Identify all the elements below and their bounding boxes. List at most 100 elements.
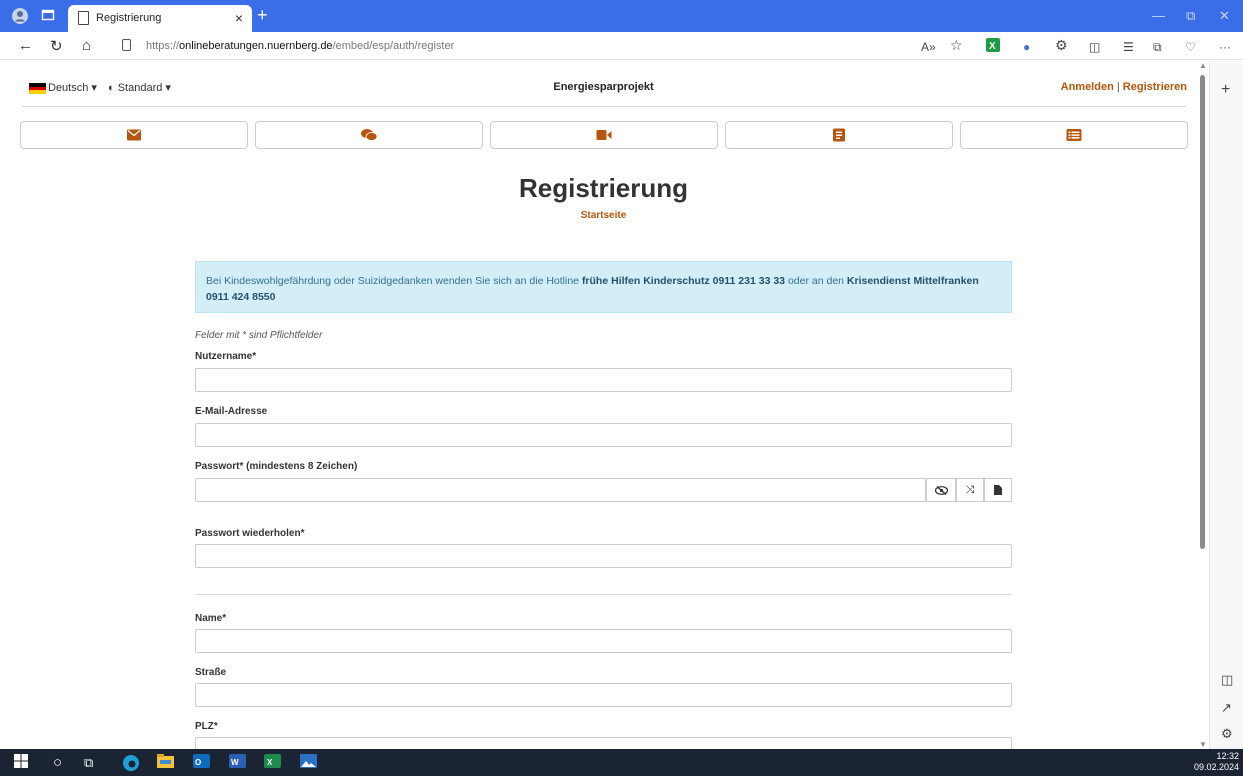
form-icon xyxy=(833,128,845,142)
shuffle-icon: ⤨ xyxy=(965,484,975,496)
more-menu-icon[interactable]: ··· xyxy=(1219,40,1231,54)
profile-icon[interactable] xyxy=(12,8,28,24)
excel-extension-icon[interactable]: X xyxy=(986,38,1000,55)
eye-slash-icon xyxy=(934,485,948,495)
name-input[interactable] xyxy=(196,630,1011,652)
video-icon xyxy=(596,130,612,140)
hotline-alert: Bei Kindeswohlgefährdung oder Suizidgeda… xyxy=(195,261,1012,313)
tab-title: Registrierung xyxy=(96,12,162,24)
windows-start-icon[interactable] xyxy=(14,754,31,771)
username-field[interactable] xyxy=(195,368,1012,392)
file-icon xyxy=(994,485,1002,496)
lock-icon xyxy=(122,39,131,51)
auth-separator: | xyxy=(1116,81,1120,93)
email-field[interactable] xyxy=(195,423,1012,447)
list-icon xyxy=(1066,129,1082,141)
collections-icon[interactable]: ⧉ xyxy=(1153,40,1162,55)
generate-password-button[interactable]: ⤨ xyxy=(956,478,984,502)
restore-icon[interactable]: ⧉ xyxy=(1186,8,1195,24)
url-text: https://onlineberatungen.nuernberg.de/em… xyxy=(146,40,455,52)
auth-links: Anmelden | Registrieren xyxy=(1061,81,1187,93)
settings-icon[interactable]: ⚙ xyxy=(1221,726,1233,742)
tab-registrierung[interactable]: Registrierung × xyxy=(68,5,252,32)
new-tab-icon[interactable]: + xyxy=(257,5,268,26)
read-aloud-icon[interactable]: A» xyxy=(921,40,936,54)
email-label: E-Mail-Adresse xyxy=(195,406,268,417)
copy-password-button[interactable] xyxy=(984,478,1012,502)
password-label: Passwort* (mindestens 8 Zeichen) xyxy=(195,461,358,472)
sidebar-panel-icon[interactable]: ◫ xyxy=(1221,672,1233,688)
list-contact-button[interactable] xyxy=(960,121,1188,149)
excel-icon[interactable]: X xyxy=(264,754,281,771)
svg-text:X: X xyxy=(989,41,996,52)
site-brand: Energiesparprojekt xyxy=(553,81,654,93)
split-screen-icon[interactable]: ◫ xyxy=(1089,40,1100,54)
edge-icon[interactable] xyxy=(122,754,139,771)
browser-essentials-icon[interactable]: ♡ xyxy=(1185,40,1196,54)
section-divider xyxy=(195,594,1012,595)
chat-icon xyxy=(361,129,377,141)
email-input[interactable] xyxy=(196,424,1011,446)
svg-text:W: W xyxy=(231,758,239,767)
password-field[interactable] xyxy=(195,478,926,502)
page-title: Registrierung xyxy=(518,173,689,203)
zip-field[interactable]: ⌄⌄ xyxy=(195,737,1012,749)
svg-text:O: O xyxy=(195,758,201,767)
password-repeat-label: Passwort wiederholen* xyxy=(195,528,305,539)
favorites-list-icon[interactable]: ☰ xyxy=(1123,40,1134,54)
browser-toolbar: ← ↻ ⌂ https://onlineberatungen.nuernberg… xyxy=(0,32,1243,60)
street-input[interactable] xyxy=(196,684,1011,706)
outlook-icon[interactable]: O xyxy=(193,754,210,771)
mail-contact-button[interactable] xyxy=(20,121,248,149)
file-explorer-icon[interactable] xyxy=(157,754,174,771)
photos-icon[interactable] xyxy=(300,754,317,771)
svg-text:X: X xyxy=(267,758,273,767)
breadcrumb-startseite[interactable]: Startseite xyxy=(0,210,1207,221)
home-icon[interactable]: ⌂ xyxy=(82,37,91,54)
street-label: Straße xyxy=(195,667,227,678)
task-view-icon[interactable]: ⧉ xyxy=(84,754,101,771)
page-icon xyxy=(78,11,89,25)
form-contact-button[interactable] xyxy=(725,121,953,149)
favorite-icon[interactable]: ☆ xyxy=(950,37,963,54)
username-input[interactable] xyxy=(196,369,1011,391)
search-icon[interactable]: ○ xyxy=(53,754,70,771)
password-repeat-field[interactable] xyxy=(195,544,1012,568)
scroll-down-icon[interactable]: ▼ xyxy=(1199,740,1207,749)
toggle-visibility-button[interactable] xyxy=(926,478,956,502)
word-icon[interactable]: W xyxy=(229,754,246,771)
refresh-icon[interactable]: ↻ xyxy=(50,37,63,55)
name-field[interactable] xyxy=(195,629,1012,653)
login-link[interactable]: Anmelden xyxy=(1061,81,1114,93)
minimize-icon[interactable]: — xyxy=(1152,8,1165,23)
page-scrollbar[interactable]: ▲ ▼ xyxy=(1197,61,1209,749)
add-sidebar-icon[interactable]: + xyxy=(1221,81,1230,99)
clock-date: 09.02.2024 xyxy=(1193,762,1239,772)
password-input[interactable] xyxy=(196,479,925,501)
browser-sidebar: + ◫ ↗ ⚙ xyxy=(1209,61,1243,749)
required-fields-note: Felder mit * sind Pflichtfelder xyxy=(195,330,323,341)
taskbar-clock[interactable]: 12:32 09.02.2024 xyxy=(1194,751,1239,773)
street-field[interactable] xyxy=(195,683,1012,707)
close-window-icon[interactable]: ✕ xyxy=(1219,8,1230,24)
scrollbar-thumb[interactable] xyxy=(1200,75,1205,549)
extensions-icon[interactable]: ⚙ xyxy=(1055,37,1068,54)
chat-contact-button[interactable] xyxy=(255,121,483,149)
back-icon[interactable]: ← xyxy=(18,37,33,54)
address-bar[interactable]: https://onlineberatungen.nuernberg.de/em… xyxy=(110,35,970,57)
register-link[interactable]: Registrieren xyxy=(1123,81,1187,93)
clock-time: 12:32 xyxy=(1216,751,1239,761)
tab-actions-icon[interactable] xyxy=(40,8,56,24)
hotline-link[interactable]: frühe Hilfen Kinderschutz 0911 231 33 33 xyxy=(582,275,785,287)
username-label: Nutzername* xyxy=(195,351,257,362)
password-repeat-input[interactable] xyxy=(196,545,1011,567)
scroll-up-icon[interactable]: ▲ xyxy=(1199,61,1207,70)
extension-icon[interactable]: ● xyxy=(1023,40,1030,54)
envelope-icon xyxy=(127,129,141,141)
windows-taskbar: ○ ⧉ O W X 12:32 09.02.2024 xyxy=(0,749,1243,776)
video-contact-button[interactable] xyxy=(490,121,718,149)
name-label: Name* xyxy=(195,613,227,624)
browser-titlebar: Registrierung × + — ⧉ ✕ xyxy=(0,0,1243,32)
close-tab-icon[interactable]: × xyxy=(235,10,243,26)
external-link-icon[interactable]: ↗ xyxy=(1221,700,1232,716)
